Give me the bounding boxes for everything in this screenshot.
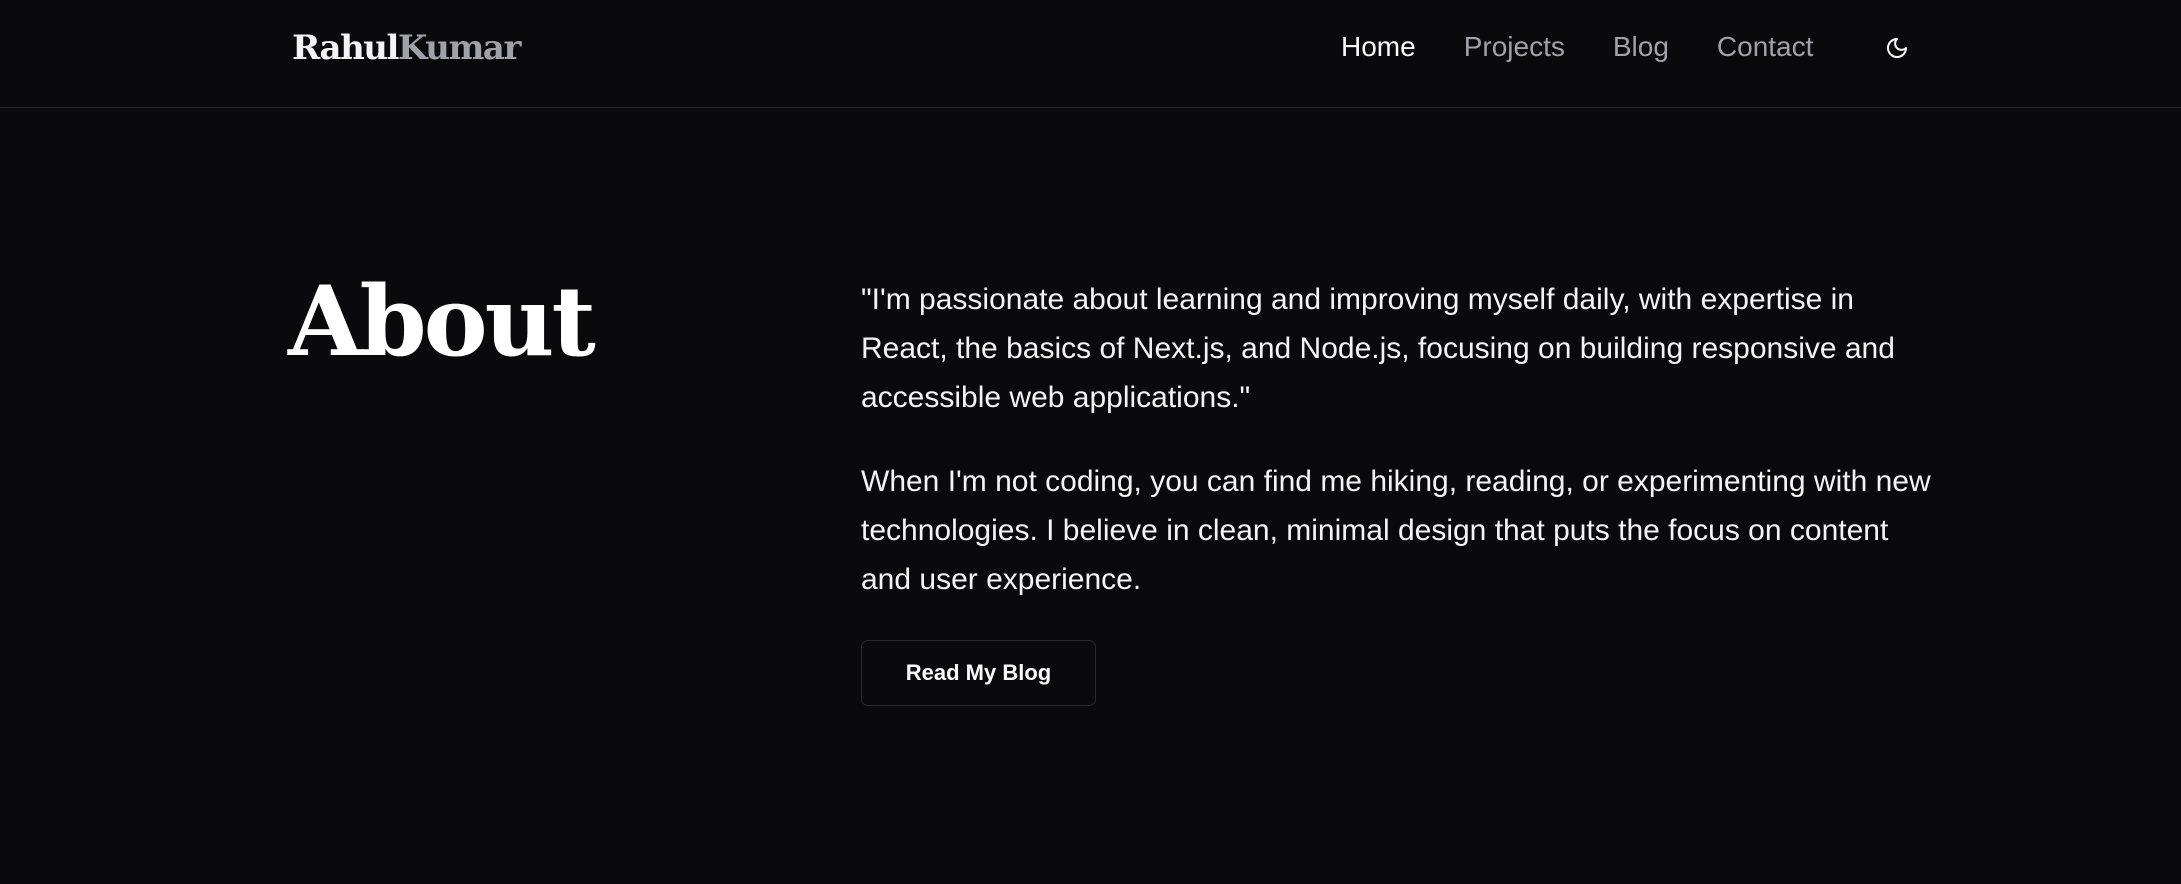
nav-link-contact[interactable]: Contact xyxy=(1717,28,1814,66)
about-content: "I'm passionate about learning and impro… xyxy=(861,275,1941,604)
about-quote: "I'm passionate about learning and impro… xyxy=(861,283,1895,414)
logo-last-name: Kumar xyxy=(397,28,521,68)
theme-toggle-button[interactable] xyxy=(1879,30,1915,66)
about-hobbies: When I'm not coding, you can find me hik… xyxy=(861,465,1931,596)
nav-link-home[interactable]: Home xyxy=(1341,28,1416,66)
logo-first-name: Rahul xyxy=(292,28,399,68)
page-title: About xyxy=(288,265,596,378)
nav-link-projects[interactable]: Projects xyxy=(1464,28,1565,66)
site-logo[interactable]: RahulKumar xyxy=(292,26,521,70)
main-nav: Home Projects Blog Contact xyxy=(1341,28,1861,66)
read-my-blog-button[interactable]: Read My Blog xyxy=(861,640,1096,706)
nav-link-blog[interactable]: Blog xyxy=(1613,28,1669,66)
moon-icon xyxy=(1887,38,1907,58)
site-header: RahulKumar Home Projects Blog Contact xyxy=(0,0,2181,108)
